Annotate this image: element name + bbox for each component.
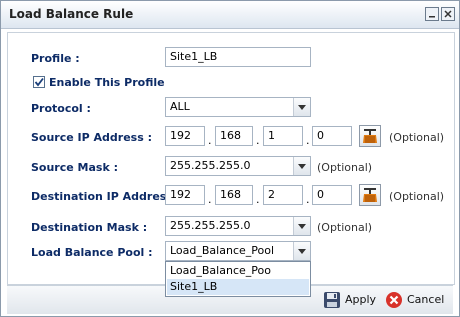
- ip-separator: .: [256, 193, 260, 206]
- protocol-value: ALL: [170, 100, 190, 113]
- window-title: Load Balance Rule: [9, 7, 134, 21]
- apply-button[interactable]: Apply: [321, 290, 383, 310]
- pool-dropdown-list: Load_Balance_Poo Site1_LB: [165, 261, 311, 297]
- title-bar[interactable]: Load Balance Rule: [1, 1, 459, 29]
- minimize-icon[interactable]: [425, 7, 439, 21]
- source-mask-value: 255.255.255.0: [170, 159, 251, 172]
- floppy-disk-icon: [324, 292, 340, 308]
- source-mask-label: Source Mask :: [31, 161, 119, 174]
- profile-input[interactable]: Site1_LB: [165, 47, 311, 67]
- apply-label: Apply: [345, 293, 377, 306]
- pool-label: Load Balance Pool :: [31, 246, 153, 259]
- dest-ip-octet-3[interactable]: 2: [263, 185, 303, 205]
- broom-icon: [363, 188, 377, 202]
- optional-note: (Optional): [389, 131, 445, 144]
- pool-option-highlighted[interactable]: Site1_LB: [167, 279, 309, 295]
- cancel-label: Cancel: [407, 293, 445, 306]
- protocol-select[interactable]: ALL: [165, 97, 311, 117]
- source-mask-select[interactable]: 255.255.255.0: [165, 156, 311, 176]
- cancel-button[interactable]: Cancel: [384, 290, 450, 310]
- optional-note: (Optional): [317, 221, 373, 234]
- ip-separator: .: [306, 134, 310, 147]
- chevron-down-icon: [293, 217, 310, 235]
- broom-icon: [363, 129, 377, 143]
- chevron-down-icon: [293, 157, 310, 175]
- cancel-icon: [386, 292, 402, 308]
- chevron-down-icon: [293, 242, 310, 260]
- dest-mask-label: Destination Mask :: [31, 221, 148, 234]
- enable-profile-checkbox[interactable]: [33, 76, 45, 88]
- pool-option[interactable]: Load_Balance_Poo: [167, 263, 309, 279]
- ip-separator: .: [208, 193, 212, 206]
- pool-select[interactable]: Load_Balance_Pool: [165, 241, 311, 261]
- dest-ip-label: Destination IP Address :: [31, 190, 182, 203]
- dest-mask-select[interactable]: 255.255.255.0: [165, 216, 311, 236]
- dest-mask-value: 255.255.255.0: [170, 219, 251, 232]
- optional-note: (Optional): [389, 190, 445, 203]
- dest-ip-octet-2[interactable]: 168: [215, 185, 253, 205]
- dest-ip-picker-button[interactable]: [359, 184, 381, 206]
- source-ip-octet-4[interactable]: 0: [312, 126, 352, 146]
- source-ip-octet-3[interactable]: 1: [263, 126, 303, 146]
- checkmark-icon: [34, 77, 44, 87]
- optional-note: (Optional): [317, 161, 373, 174]
- source-ip-picker-button[interactable]: [359, 125, 381, 147]
- source-ip-octet-2[interactable]: 168: [215, 126, 253, 146]
- pool-value: Load_Balance_Pool: [170, 244, 275, 257]
- dest-ip-octet-1[interactable]: 192: [165, 185, 205, 205]
- chevron-down-icon: [293, 98, 310, 116]
- close-icon[interactable]: [441, 7, 455, 21]
- source-ip-label: Source IP Address :: [31, 131, 152, 144]
- source-ip-octet-1[interactable]: 192: [165, 126, 205, 146]
- ip-separator: .: [306, 193, 310, 206]
- enable-profile-label: Enable This Profile: [49, 76, 165, 89]
- protocol-label: Protocol :: [31, 102, 91, 115]
- ip-separator: .: [256, 134, 260, 147]
- dialog-window: Load Balance Rule Profile : Site1_LB Ena…: [0, 0, 460, 317]
- profile-label: Profile :: [31, 52, 80, 65]
- ip-separator: .: [208, 134, 212, 147]
- dest-ip-octet-4[interactable]: 0: [312, 185, 352, 205]
